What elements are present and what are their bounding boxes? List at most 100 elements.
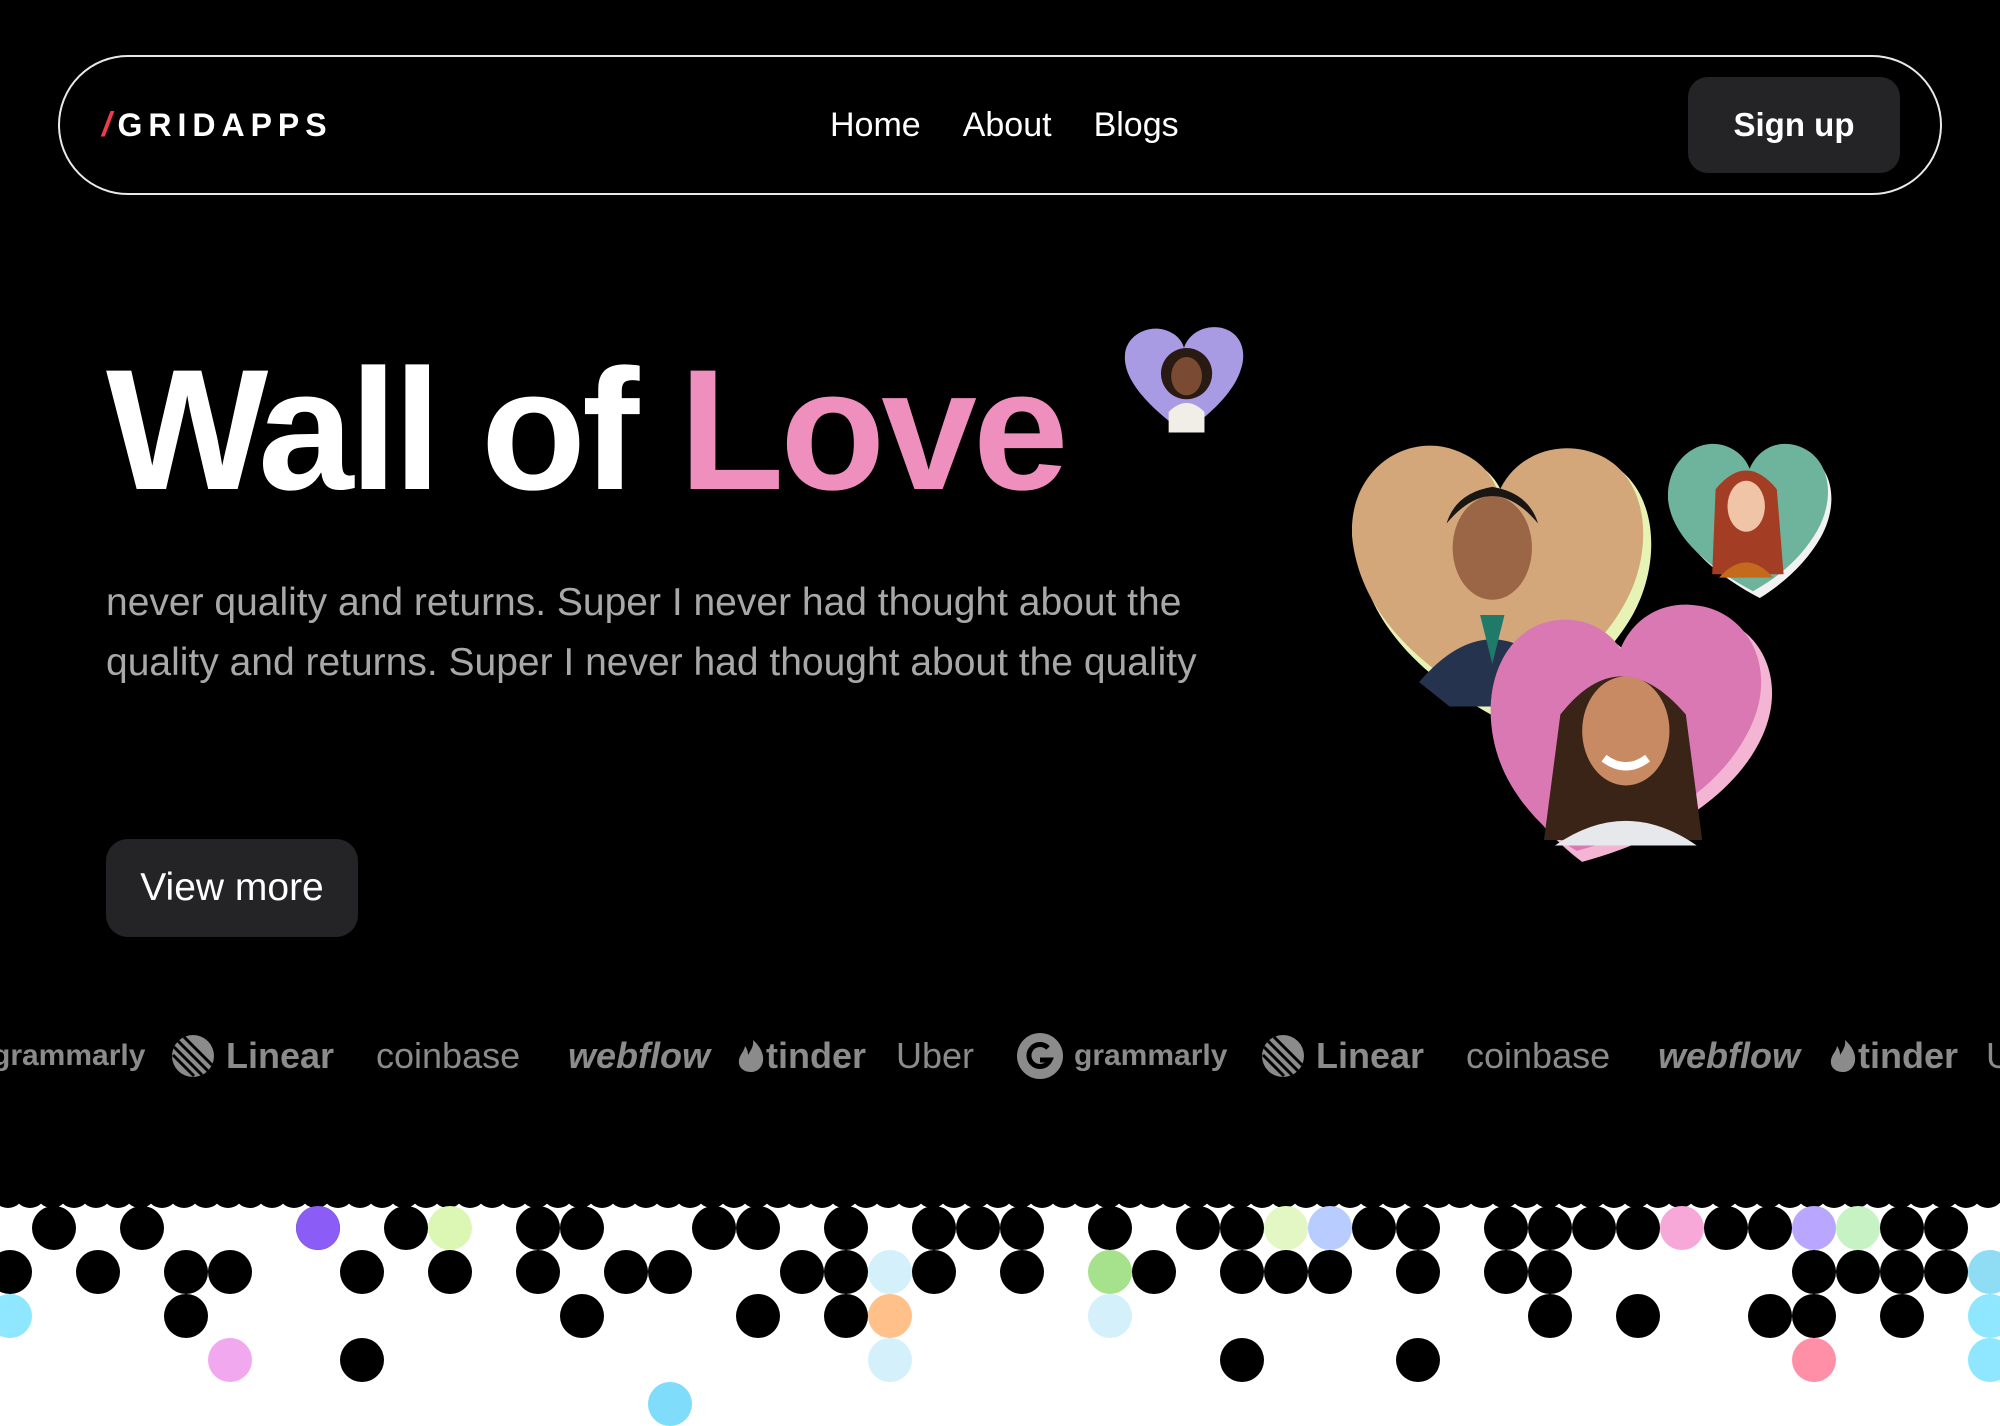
pattern-dot xyxy=(428,1206,472,1250)
logo-uber-text: Uber xyxy=(896,1035,975,1076)
pattern-dot xyxy=(1220,1250,1264,1294)
pattern-dot xyxy=(76,1250,120,1294)
pattern-dot xyxy=(560,1206,604,1250)
pattern-dot xyxy=(296,1206,340,1250)
pattern-dot xyxy=(1792,1294,1836,1338)
pattern-dot xyxy=(208,1250,252,1294)
pattern-dot xyxy=(1880,1206,1924,1250)
pattern-dot xyxy=(560,1294,604,1338)
logo-linear: Linear xyxy=(170,1030,334,1082)
logo-webflow: webflow xyxy=(568,1030,710,1082)
logo-webflow-text: webflow xyxy=(568,1035,710,1076)
pattern-dot xyxy=(208,1338,252,1382)
view-more-button[interactable]: View more xyxy=(106,839,358,937)
pattern-dot xyxy=(1088,1250,1132,1294)
logo-tinder-2-text: tinder xyxy=(1858,1035,1959,1076)
logo-coinbase-2: coinbase xyxy=(1466,1030,1610,1082)
brand-slash: / xyxy=(102,105,112,144)
logo-uber-2: Uber xyxy=(1986,1030,2000,1082)
pattern-dot xyxy=(868,1294,912,1338)
pattern-dot xyxy=(1308,1206,1352,1250)
pattern-dot xyxy=(32,1206,76,1250)
title-love: Love xyxy=(679,334,1068,526)
logo-tinder-2: tinder xyxy=(1830,1030,1958,1082)
pattern-dot xyxy=(736,1294,780,1338)
brand-logo[interactable]: / GRIDAPPS xyxy=(102,105,333,145)
heart-photo-woman-red-hair xyxy=(1668,438,1838,600)
pattern-dot xyxy=(1660,1206,1704,1250)
pattern-dot xyxy=(1572,1206,1616,1250)
grammarly-g-icon xyxy=(1017,1033,1063,1079)
pattern-dot xyxy=(1616,1206,1660,1250)
pattern-dot xyxy=(912,1206,956,1250)
pattern-dot xyxy=(912,1250,956,1294)
pattern-dot xyxy=(648,1382,692,1426)
pattern-dot xyxy=(1264,1206,1308,1250)
pattern-dot xyxy=(340,1250,384,1294)
page-title: Wall of Love xyxy=(106,340,1069,520)
pattern-dot xyxy=(692,1206,736,1250)
signup-button[interactable]: Sign up xyxy=(1688,77,1900,173)
logo-coinbase-2-text: coinbase xyxy=(1466,1035,1611,1076)
logo-uber-2-text: Uber xyxy=(1986,1035,2000,1076)
flame-icon xyxy=(1830,1040,1856,1072)
logo-uber: Uber xyxy=(896,1030,974,1082)
pattern-dot xyxy=(1836,1206,1880,1250)
pattern-dot xyxy=(648,1250,692,1294)
pattern-dot xyxy=(1264,1250,1308,1294)
pattern-dot xyxy=(428,1250,472,1294)
pattern-dot xyxy=(1924,1250,1968,1294)
linear-logo-icon xyxy=(171,1035,214,1078)
logo-grammarly-text: grammarly xyxy=(0,1039,146,1072)
logo-tinder: tinder xyxy=(738,1030,866,1082)
pattern-dot xyxy=(1088,1294,1132,1338)
partner-logos: grammarly Linear coinbase webflow tinder… xyxy=(0,1030,2000,1082)
logo-grammarly: grammarly xyxy=(0,1030,145,1082)
pattern-dot xyxy=(516,1250,560,1294)
pattern-dot xyxy=(1396,1338,1440,1382)
pattern-dot xyxy=(1220,1206,1264,1250)
pattern-dot xyxy=(824,1294,868,1338)
linear-logo-icon xyxy=(1261,1035,1304,1078)
nav-menu: Home About Blogs xyxy=(830,103,1179,147)
pattern-dot xyxy=(1792,1250,1836,1294)
pattern-dot xyxy=(868,1250,912,1294)
pattern-dot xyxy=(164,1294,208,1338)
heart-photo-woman-smiling xyxy=(1484,604,1784,866)
logo-webflow-2-text: webflow xyxy=(1658,1035,1800,1076)
logo-grammarly-2-text: grammarly xyxy=(1074,1039,1228,1072)
nav-link-about[interactable]: About xyxy=(963,103,1052,147)
pattern-dot xyxy=(1792,1206,1836,1250)
nav-link-home[interactable]: Home xyxy=(830,103,921,147)
dot-pattern-decoration xyxy=(0,1176,2000,1426)
pattern-dot xyxy=(824,1206,868,1250)
pattern-dot xyxy=(1836,1250,1880,1294)
logo-coinbase: coinbase xyxy=(376,1030,520,1082)
pattern-dot xyxy=(1176,1206,1220,1250)
nav-link-blogs[interactable]: Blogs xyxy=(1094,103,1179,147)
pattern-dot xyxy=(1352,1206,1396,1250)
pattern-dot xyxy=(956,1206,1000,1250)
pattern-dot xyxy=(1616,1294,1660,1338)
navbar: / GRIDAPPS Home About Blogs Sign up xyxy=(58,55,1942,195)
pattern-dot xyxy=(1484,1250,1528,1294)
pattern-dot xyxy=(516,1206,560,1250)
logo-grammarly-2: grammarly xyxy=(1016,1030,1227,1082)
pattern-dot xyxy=(1704,1206,1748,1250)
pattern-dot xyxy=(120,1206,164,1250)
pattern-dot xyxy=(1000,1250,1044,1294)
pattern-dot xyxy=(780,1250,824,1294)
logo-webflow-2: webflow xyxy=(1658,1030,1800,1082)
pattern-dot xyxy=(1792,1338,1836,1382)
pattern-dot xyxy=(1396,1250,1440,1294)
logo-linear-text: Linear xyxy=(226,1035,335,1076)
pattern-dot xyxy=(1924,1206,1968,1250)
pattern-dot xyxy=(1880,1294,1924,1338)
title-wall-of: Wall of xyxy=(106,334,639,526)
pattern-dot xyxy=(1484,1206,1528,1250)
pattern-dot xyxy=(384,1206,428,1250)
pattern-dot xyxy=(1088,1206,1132,1250)
pattern-dot xyxy=(1528,1206,1572,1250)
pattern-dot xyxy=(868,1338,912,1382)
small-heart-avatar xyxy=(1120,322,1248,438)
